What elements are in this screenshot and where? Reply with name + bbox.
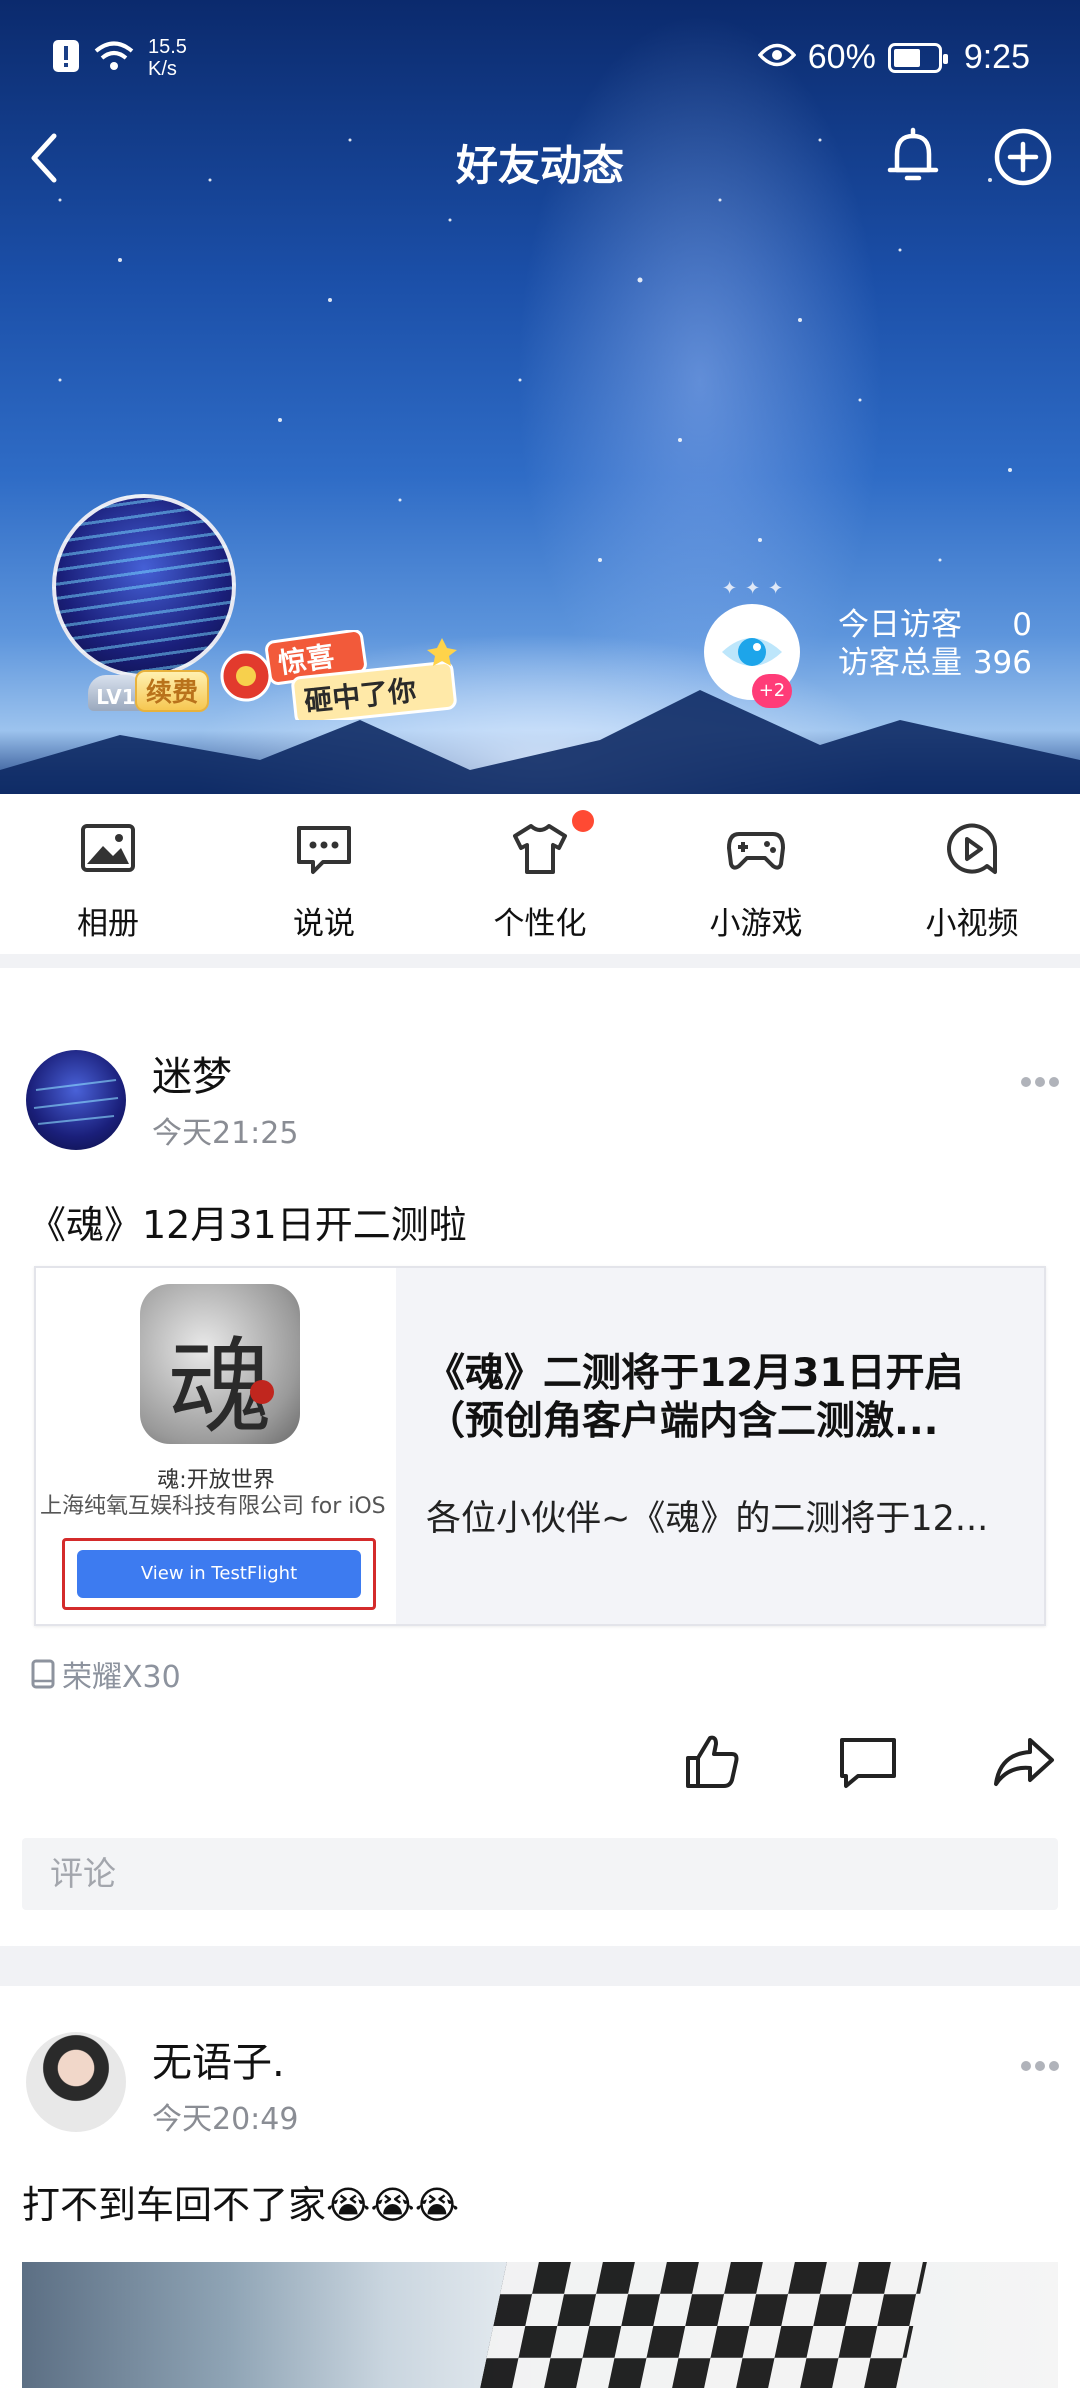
visitor-stars: ✦✦✦	[722, 578, 792, 599]
like-thumb-icon[interactable]	[680, 1730, 744, 1794]
battery-icon	[887, 42, 948, 73]
visitors-button[interactable]: +2	[704, 604, 800, 708]
tshirt-icon	[513, 824, 567, 874]
shortcut-album[interactable]: 相册	[0, 794, 216, 954]
device-name: 荣耀X30	[62, 1660, 181, 1695]
more-options-icon[interactable]	[1020, 1076, 1060, 1088]
post-text: 打不到车回不了家😭😭😭	[22, 2183, 460, 2227]
testflight-button: View in TestFlight	[77, 1550, 361, 1598]
shortcut-label: 小游戏	[709, 906, 803, 942]
comment-bubble-icon[interactable]	[836, 1730, 900, 1794]
app-icon-glyph: 魂	[167, 1326, 272, 1448]
shared-link-card[interactable]: 魂 魂:开放世界 上海纯氧互娱科技有限公司 for iOS View in Te…	[34, 1266, 1046, 1626]
profile-cover: 15.5 K/s 60% 9:25 好友动态 LV1 续费 惊喜 砸中了你 ✦✦…	[0, 0, 1080, 794]
testflight-highlight: View in TestFlight	[62, 1538, 376, 1610]
link-thumbnail: 魂 魂:开放世界 上海纯氧互娱科技有限公司 for iOS View in Te…	[36, 1268, 396, 1624]
network-speed: 15.5 K/s	[148, 36, 187, 80]
visitor-increment-badge: +2	[752, 674, 792, 708]
shortcut-moments[interactable]: 说说	[216, 794, 432, 954]
avatar-pattern	[33, 1079, 119, 1125]
plus-circle-icon	[994, 128, 1052, 186]
notification-alert-icon	[52, 39, 80, 77]
shortcut-label: 说说	[293, 906, 355, 942]
gamepad-icon	[727, 832, 785, 870]
post-author-name[interactable]: 迷梦	[152, 1044, 232, 1102]
personalize-new-dot	[572, 810, 594, 832]
post-actions	[0, 1730, 1080, 1800]
message-bubble-icon	[297, 826, 351, 874]
more-options-icon[interactable]	[1020, 2060, 1060, 2072]
add-post-button[interactable]	[990, 124, 1056, 190]
post-text: 《魂》12月31日开二测啦	[28, 1203, 467, 1247]
shortcut-minigames[interactable]: 小游戏	[648, 794, 864, 954]
section-divider	[0, 1946, 1080, 1986]
post-author-avatar[interactable]	[26, 2032, 126, 2132]
post-photo[interactable]	[22, 2262, 1058, 2388]
status-bar: 15.5 K/s 60% 9:25	[0, 0, 1080, 120]
notifications-button[interactable]	[880, 124, 946, 190]
shortcut-label: 个性化	[493, 906, 587, 942]
surprise-badge[interactable]: 惊喜 砸中了你	[210, 629, 470, 725]
section-divider	[0, 954, 1080, 968]
shortcut-label: 相册	[77, 906, 139, 942]
today-visitors-label: 今日访客	[838, 607, 962, 643]
shortcut-bar: 相册 说说 个性化 小游戏 小视频	[0, 794, 1080, 954]
comment-input[interactable]: 评论	[22, 1838, 1058, 1910]
my-avatar[interactable]	[52, 494, 236, 678]
today-visitors-count: 0	[1012, 607, 1032, 643]
post-time: 今天20:49	[152, 2102, 299, 2137]
battery-percent: 60%	[807, 38, 876, 76]
total-visitors-label: 访客总量	[838, 645, 962, 681]
shortcut-label: 小视频	[925, 906, 1019, 942]
post-time: 今天21:25	[152, 1116, 299, 1151]
wifi-icon	[94, 40, 134, 76]
post-author-name[interactable]: 无语子.	[152, 2030, 285, 2088]
link-description: 各位小伙伴~《魂》的二测将于12...	[426, 1499, 989, 1539]
eye-comfort-icon	[757, 38, 797, 77]
clock: 9:25	[963, 38, 1030, 76]
top-nav: 好友动态	[0, 112, 1080, 202]
post-device: 荣耀X30	[30, 1652, 181, 1696]
thumb-company: 上海纯氧互娱科技有限公司 for iOS	[40, 1494, 386, 1519]
shortcut-personalize[interactable]: 个性化	[432, 794, 648, 954]
shortcut-shortvideo[interactable]: 小视频	[864, 794, 1080, 954]
app-icon-red-dot	[250, 1380, 274, 1404]
phone-icon	[31, 1659, 55, 1689]
photo-checkered-hat	[477, 2262, 927, 2388]
link-title: 《魂》二测将于12月31日开启（预创角客户端内含二测激...	[426, 1351, 964, 1444]
renew-badge[interactable]: 续费	[135, 670, 209, 712]
app-icon: 魂	[140, 1284, 300, 1448]
bell-icon	[887, 127, 939, 181]
video-play-icon	[947, 823, 998, 874]
post-author-avatar[interactable]	[26, 1050, 126, 1150]
total-visitors-count: 396	[972, 645, 1032, 681]
visitor-stats[interactable]: 今日访客 0 访客总量 396	[838, 606, 1032, 682]
photo-album-icon	[81, 824, 135, 872]
share-arrow-icon[interactable]	[992, 1730, 1056, 1794]
